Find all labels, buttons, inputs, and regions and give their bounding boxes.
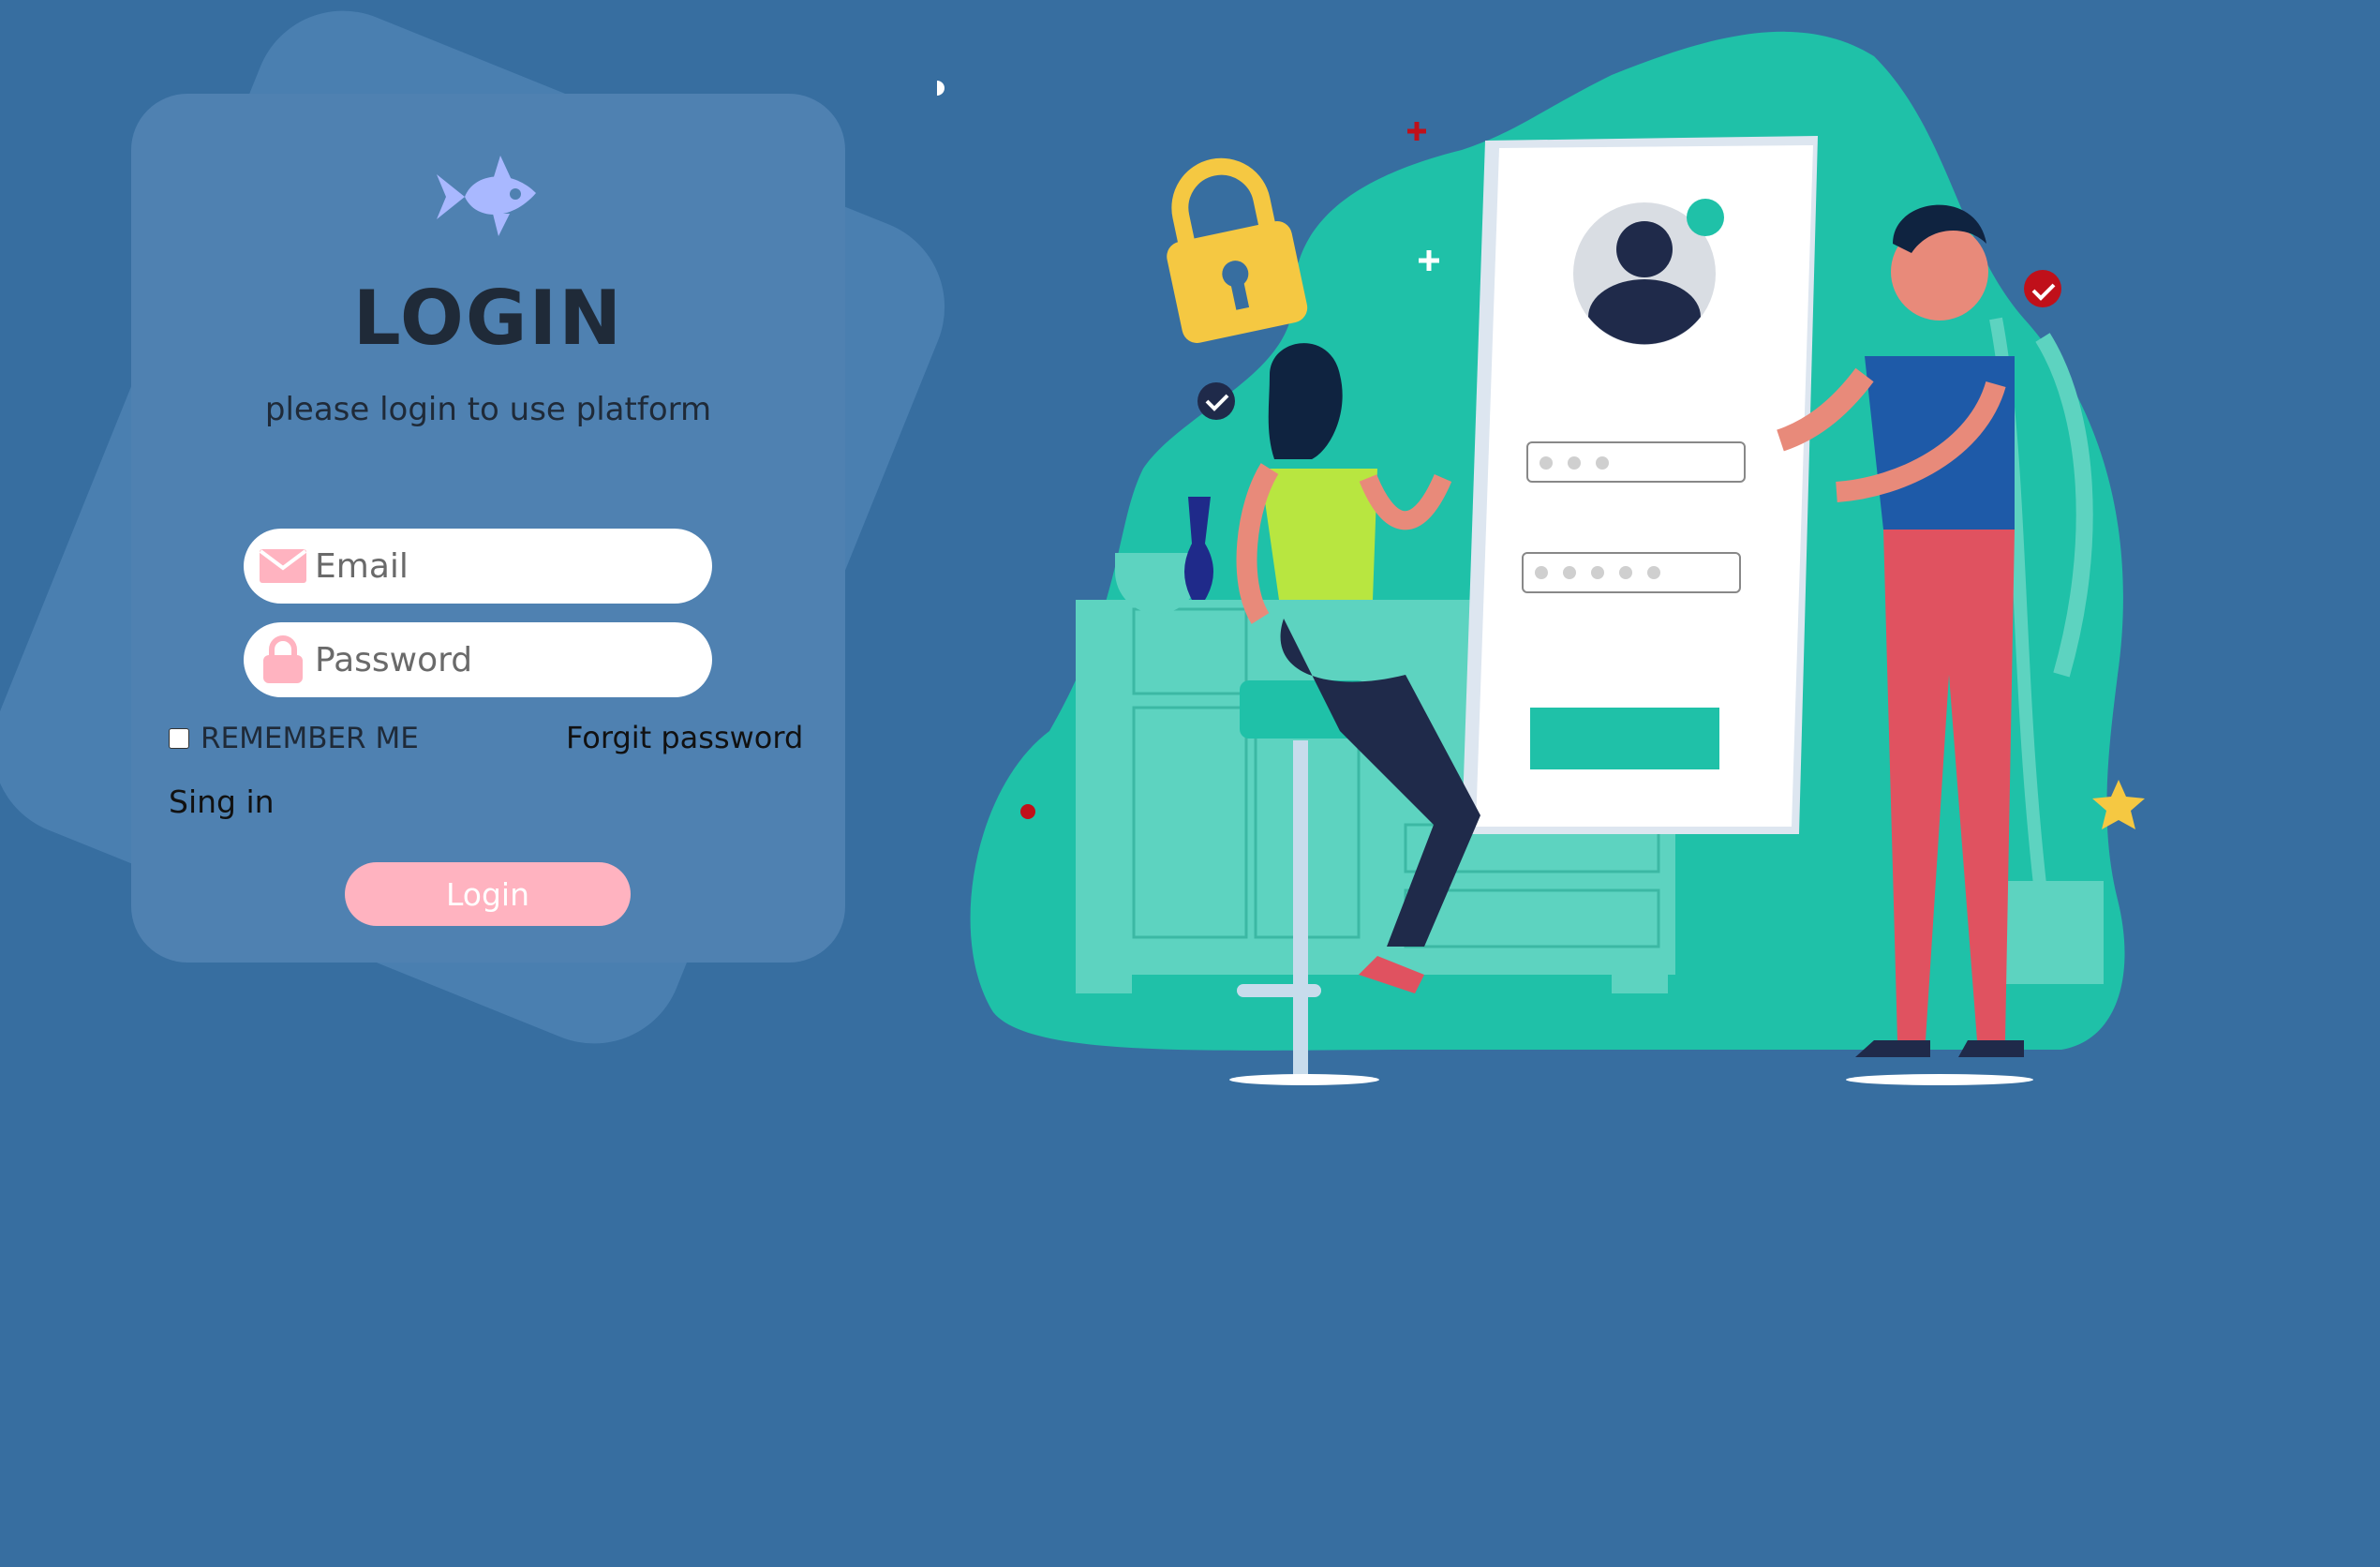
dot-icon bbox=[1020, 804, 1035, 819]
phone-mockup bbox=[1462, 136, 1818, 834]
lock-icon bbox=[257, 634, 309, 686]
email-field[interactable] bbox=[244, 529, 712, 604]
email-input[interactable] bbox=[309, 545, 692, 587]
remember-checkbox[interactable] bbox=[169, 728, 189, 749]
login-illustration bbox=[937, 31, 2145, 1085]
page-title: LOGIN bbox=[352, 275, 624, 362]
login-page: LOGIN please login to use platform REMEM… bbox=[0, 0, 2380, 1567]
check-badge-icon bbox=[2024, 270, 2061, 307]
mock-button bbox=[1530, 708, 1719, 769]
sign-in-link[interactable]: Sing in bbox=[169, 784, 275, 820]
check-badge-icon bbox=[1197, 382, 1235, 420]
forgot-password-link[interactable]: Forgit password bbox=[566, 720, 803, 755]
dot-icon bbox=[937, 81, 945, 96]
mock-field bbox=[1526, 441, 1746, 483]
plus-icon bbox=[1407, 122, 1426, 141]
envelope-icon bbox=[257, 540, 309, 592]
page-subtitle: please login to use platform bbox=[264, 391, 712, 428]
password-field[interactable] bbox=[244, 622, 712, 697]
fish-icon bbox=[437, 156, 536, 236]
login-button[interactable]: Login bbox=[345, 862, 631, 926]
password-input[interactable] bbox=[309, 639, 692, 680]
remember-me[interactable]: REMEMBER ME bbox=[169, 722, 419, 755]
remember-label: REMEMBER ME bbox=[201, 722, 419, 755]
padlock-icon bbox=[1167, 157, 1308, 343]
